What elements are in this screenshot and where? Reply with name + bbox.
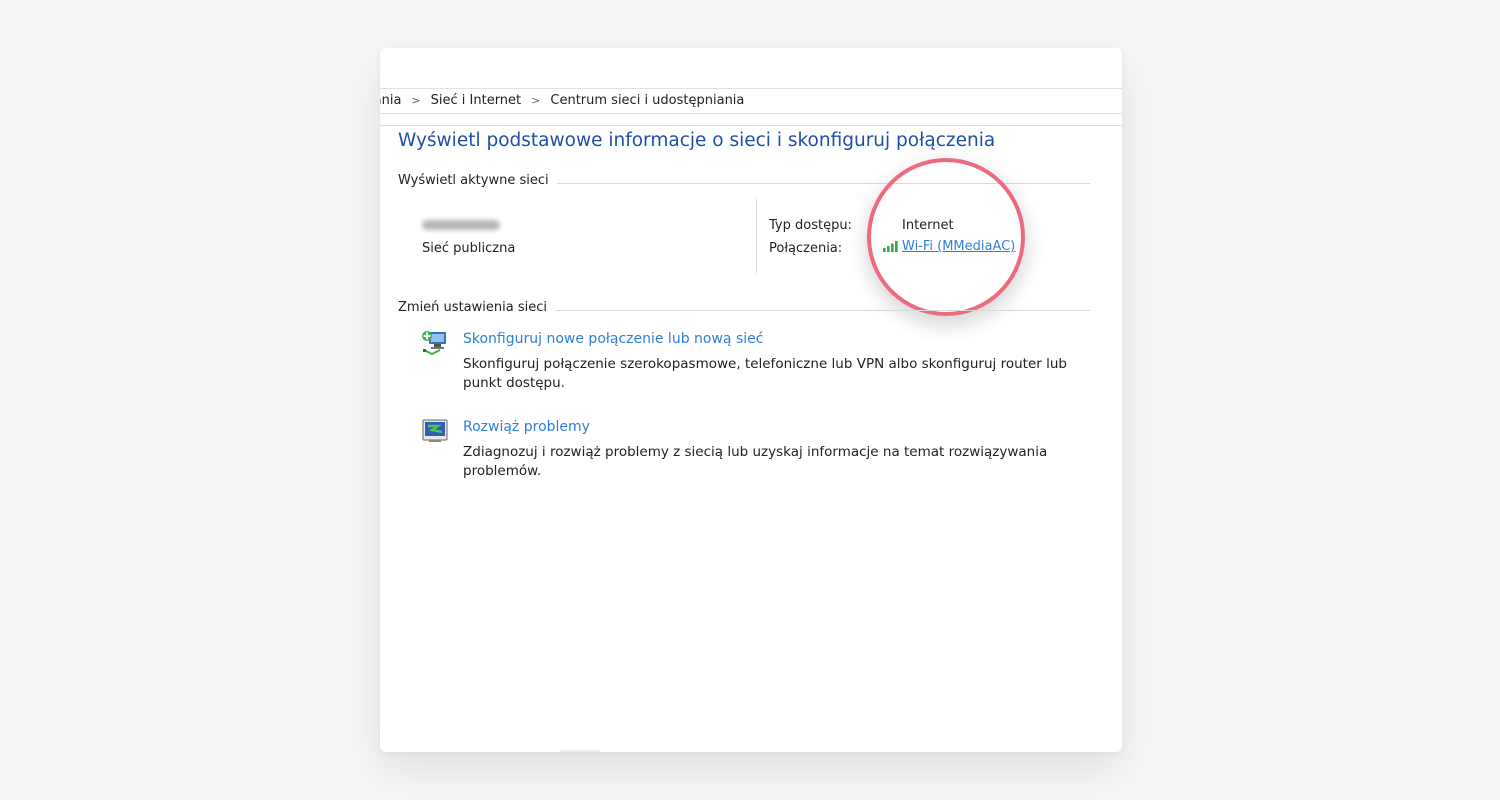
highlight-circle xyxy=(867,158,1025,316)
toolbar-divider xyxy=(380,125,1122,126)
wifi-connection-link[interactable]: Wi-Fi (MMediaAC) xyxy=(902,239,1015,254)
setup-new-connection-description: Skonfiguruj połączenie szerokopasmowe, t… xyxy=(463,356,1067,391)
troubleshoot-problems-description: Zdiagnozuj i rozwiąż problemy z siecią l… xyxy=(463,444,1048,479)
control-panel-window: wania > Sieć i Internet > Centrum sieci … xyxy=(380,48,1122,752)
wifi-signal-icon xyxy=(883,241,898,252)
network-profile-type: Sieć publiczna xyxy=(422,241,516,256)
network-name-redacted xyxy=(422,220,500,230)
new-connection-icon xyxy=(422,331,446,356)
connection-value: Wi-Fi (MMediaAC) xyxy=(902,239,1015,254)
access-type-value: Internet xyxy=(902,218,954,233)
access-type-label: Typ dostępu: xyxy=(769,218,852,233)
breadcrumb-item-network-internet[interactable]: Sieć i Internet xyxy=(429,93,524,108)
chevron-right-icon: > xyxy=(411,94,421,107)
breadcrumb-item-network-sharing-center[interactable]: Centrum sieci i udostępniania xyxy=(548,93,746,108)
breadcrumb: wania > Sieć i Internet > Centrum sieci … xyxy=(380,93,746,108)
breadcrumb-item-previous[interactable]: wania xyxy=(380,93,403,108)
troubleshoot-icon xyxy=(422,419,448,442)
setup-new-connection-link[interactable]: Skonfiguruj nowe połączenie lub nową sie… xyxy=(463,331,763,347)
connections-label: Połączenia: xyxy=(769,241,843,256)
page-title: Wyświetl podstawowe informacje o sieci i… xyxy=(398,130,996,151)
troubleshoot-problems-link[interactable]: Rozwiąż problemy xyxy=(463,419,590,435)
vertical-divider xyxy=(756,199,757,273)
change-settings-heading: Zmień ustawienia sieci xyxy=(398,300,555,315)
active-networks-heading: Wyświetl aktywne sieci xyxy=(398,173,557,188)
bottom-edge-mark xyxy=(560,750,600,752)
chevron-right-icon: > xyxy=(531,94,541,107)
address-bar[interactable]: wania > Sieć i Internet > Centrum sieci … xyxy=(380,88,1122,114)
